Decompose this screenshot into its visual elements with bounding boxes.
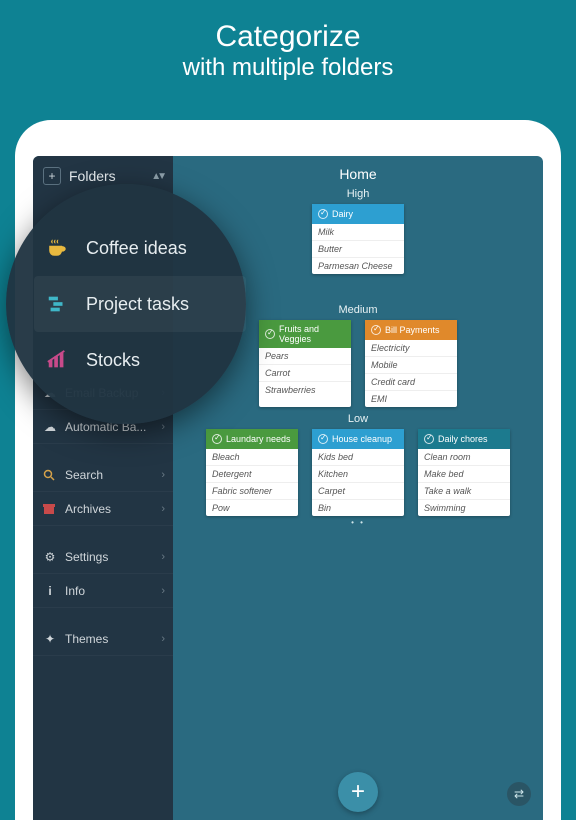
sidebar-item-label: Themes	[65, 632, 108, 646]
card-item[interactable]: Kitchen	[312, 466, 404, 483]
card-item[interactable]: Butter	[312, 241, 404, 258]
card-title: Laundary needs	[226, 434, 291, 444]
folder-label: Project tasks	[86, 294, 189, 315]
card-item[interactable]: Pears	[259, 348, 351, 365]
card-item[interactable]: Carrot	[259, 365, 351, 382]
sidebar-item-themes[interactable]: ✦ Themes ›	[33, 622, 173, 656]
themes-icon: ✦	[43, 632, 57, 646]
card-item[interactable]: Bleach	[206, 449, 298, 466]
card-header: Daily chores	[418, 429, 510, 449]
card-item[interactable]: Mobile	[365, 357, 457, 374]
cloud-icon: ☁	[43, 420, 57, 434]
sidebar-item-label: Search	[65, 468, 103, 482]
check-icon	[318, 209, 328, 219]
chevron-right-icon: ›	[161, 633, 165, 645]
folder-coffee-ideas[interactable]: Coffee ideas	[44, 220, 246, 276]
card-header: Bill Payments	[365, 320, 457, 340]
task-card[interactable]: Daily chores Clean roomMake bedTake a wal…	[418, 429, 510, 516]
card-item[interactable]: Swimming	[418, 500, 510, 516]
task-card[interactable]: House cleanup Kids bedKitchenCarpetBin	[312, 429, 404, 516]
card-header: House cleanup	[312, 429, 404, 449]
swap-layout-button[interactable]: ⇄	[507, 782, 531, 806]
sidebar-item-label: Info	[65, 584, 85, 598]
task-card[interactable]: Dairy MilkButterParmesan Cheese	[312, 204, 404, 274]
card-body: BleachDetergentFabric softenerPow	[206, 449, 298, 516]
pager-dots: • •	[181, 518, 535, 527]
check-icon	[212, 434, 222, 444]
row-low: Laundary needs BleachDetergentFabric soft…	[181, 429, 535, 516]
card-item[interactable]: Make bed	[418, 466, 510, 483]
card-item[interactable]: Bin	[312, 500, 404, 516]
card-item[interactable]: Take a walk	[418, 483, 510, 500]
card-body: MilkButterParmesan Cheese	[312, 224, 404, 274]
coffee-icon	[44, 235, 70, 261]
card-header: Laundary needs	[206, 429, 298, 449]
task-card[interactable]: Fruits and Veggies PearsCarrotStrawberrie…	[259, 320, 351, 407]
folder-project-tasks[interactable]: Project tasks	[34, 276, 246, 332]
board-title: Home	[181, 166, 535, 182]
sidebar-item-archives[interactable]: Archives ›	[33, 492, 173, 526]
sort-icon[interactable]: ▲▼	[151, 171, 163, 182]
chevron-right-icon: ›	[161, 503, 165, 515]
folder-label: Stocks	[86, 350, 140, 371]
card-item[interactable]: Strawberries	[259, 382, 351, 398]
promo-header: Categorize with multiple folders	[0, 0, 576, 92]
tasks-icon	[44, 291, 70, 317]
add-folder-icon[interactable]: +	[43, 167, 61, 185]
promo-line1: Categorize	[0, 20, 576, 54]
card-item[interactable]: EMI	[365, 391, 457, 407]
card-header: Dairy	[312, 204, 404, 224]
card-body: PearsCarrotStrawberries	[259, 348, 351, 398]
card-item[interactable]: Carpet	[312, 483, 404, 500]
card-title: Daily chores	[438, 434, 488, 444]
card-item[interactable]: Electricity	[365, 340, 457, 357]
sidebar-item-label: Settings	[65, 550, 108, 564]
sidebar-item-settings[interactable]: ⚙ Settings ›	[33, 540, 173, 574]
gear-icon: ⚙	[43, 550, 57, 564]
card-item[interactable]: Pow	[206, 500, 298, 516]
sidebar-item-label: Archives	[65, 502, 111, 516]
card-item[interactable]: Clean room	[418, 449, 510, 466]
check-icon	[424, 434, 434, 444]
card-item[interactable]: Milk	[312, 224, 404, 241]
section-label-high: High	[181, 188, 535, 200]
chevron-right-icon: ›	[161, 469, 165, 481]
folder-stocks[interactable]: Stocks	[44, 332, 246, 388]
chevron-right-icon: ›	[161, 551, 165, 563]
section-label-low: Low	[181, 413, 535, 425]
folders-label: Folders	[69, 168, 116, 184]
card-header: Fruits and Veggies	[259, 320, 351, 348]
card-title: Dairy	[332, 209, 353, 219]
sidebar-item-search[interactable]: Search ›	[33, 458, 173, 492]
folder-label: Coffee ideas	[86, 238, 187, 259]
card-item[interactable]: Credit card	[365, 374, 457, 391]
info-icon: i	[43, 584, 57, 598]
card-body: Kids bedKitchenCarpetBin	[312, 449, 404, 516]
search-icon	[43, 469, 57, 481]
sidebar-item-info[interactable]: i Info ›	[33, 574, 173, 608]
archive-icon	[43, 504, 57, 514]
card-title: Fruits and Veggies	[279, 324, 345, 344]
card-body: ElectricityMobileCredit cardEMI	[365, 340, 457, 407]
check-icon	[318, 434, 328, 444]
check-icon	[265, 329, 275, 339]
card-item[interactable]: Fabric softener	[206, 483, 298, 500]
card-item[interactable]: Kids bed	[312, 449, 404, 466]
card-body: Clean roomMake bedTake a walkSwimming	[418, 449, 510, 516]
chevron-right-icon: ›	[161, 585, 165, 597]
task-card[interactable]: Laundary needs BleachDetergentFabric soft…	[206, 429, 298, 516]
promo-line2: with multiple folders	[0, 54, 576, 82]
card-title: House cleanup	[332, 434, 392, 444]
card-title: Bill Payments	[385, 325, 440, 335]
add-card-button[interactable]: +	[338, 772, 378, 812]
check-icon	[371, 325, 381, 335]
stocks-icon	[44, 347, 70, 373]
folder-magnifier: Coffee ideas Project tasks Stocks	[6, 184, 246, 424]
chevron-right-icon: ›	[161, 421, 165, 433]
task-card[interactable]: Bill Payments ElectricityMobileCredit car…	[365, 320, 457, 407]
card-item[interactable]: Parmesan Cheese	[312, 258, 404, 274]
card-item[interactable]: Detergent	[206, 466, 298, 483]
